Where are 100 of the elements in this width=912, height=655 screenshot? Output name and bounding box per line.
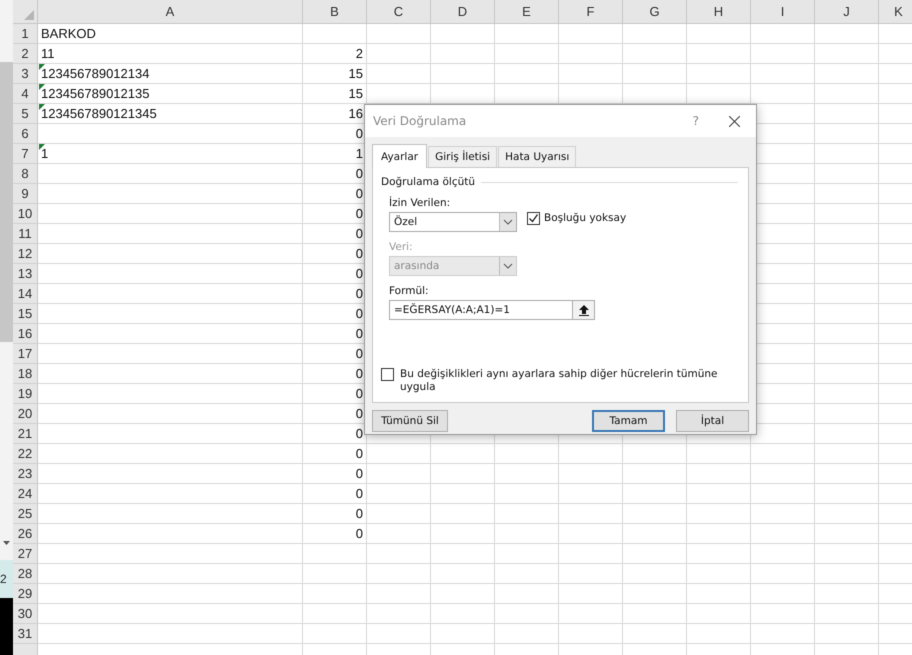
row-header[interactable]: 30 <box>13 604 38 624</box>
row-header[interactable]: 15 <box>13 304 38 324</box>
table-cell: 0 <box>303 504 367 524</box>
table-cell <box>431 464 495 484</box>
tab[interactable]: Giriş İletisi <box>428 146 498 167</box>
checkbox[interactable] <box>381 368 394 381</box>
row-header[interactable]: 19 <box>13 384 38 404</box>
table-cell <box>623 564 687 584</box>
table-cell <box>815 524 879 544</box>
row-header[interactable]: 24 <box>13 484 38 504</box>
row-header[interactable]: 26 <box>13 524 38 544</box>
table-cell <box>495 464 559 484</box>
column-header[interactable]: F <box>559 0 623 23</box>
column-header[interactable]: H <box>687 0 751 23</box>
row-header[interactable]: 28 <box>13 564 38 584</box>
table-cell: 0 <box>303 484 367 504</box>
table-cell <box>559 484 623 504</box>
row-header[interactable]: 13 <box>13 264 38 284</box>
table-cell <box>687 484 751 504</box>
formula-field[interactable]: =EĞERSAY(A:A;A1)=1 <box>389 300 573 320</box>
checkbox-label[interactable]: Bu değişiklikleri aynı ayarlara sahip diğer hücrelerin tümüne uygula <box>400 368 738 394</box>
table-cell <box>623 544 687 564</box>
arrow-up-icon <box>578 304 588 316</box>
panel-text: 2 <box>0 572 7 586</box>
table-cell <box>559 624 623 644</box>
group-title: Doğrulama ölçütü <box>381 176 476 188</box>
table-cell <box>367 624 431 644</box>
caret-icon[interactable] <box>3 541 10 545</box>
window-title: Veri Doğrulama <box>373 114 468 128</box>
table-cell <box>559 444 623 464</box>
table-cell <box>815 64 879 84</box>
row-header[interactable]: 3 <box>13 64 38 84</box>
row-header[interactable]: 27 <box>13 544 38 564</box>
row-header[interactable]: 12 <box>13 244 38 264</box>
table-cell <box>495 44 559 64</box>
table-cell <box>495 64 559 84</box>
dialog-button[interactable]: Tamam <box>592 410 665 432</box>
table-cell <box>623 24 687 44</box>
row-header[interactable]: 25 <box>13 504 38 524</box>
tab[interactable]: Ayarlar <box>372 144 428 168</box>
row-header[interactable]: 7 <box>13 144 38 164</box>
collapse-button[interactable] <box>573 300 595 320</box>
row-header[interactable]: 4 <box>13 84 38 104</box>
table-cell <box>751 464 815 484</box>
column-header[interactable]: I <box>751 0 815 23</box>
column-header[interactable]: E <box>495 0 559 23</box>
row-header[interactable]: 10 <box>13 204 38 224</box>
table-cell <box>815 544 879 564</box>
table-cell: 123456789012134 <box>38 64 303 84</box>
close-icon[interactable] <box>729 116 740 126</box>
tab[interactable]: Hata Uyarısı <box>498 146 576 167</box>
row-header[interactable]: 5 <box>13 104 38 124</box>
allow-dropdown[interactable]: Özel <box>389 212 517 232</box>
table-cell <box>367 524 431 544</box>
table-cell <box>815 344 879 364</box>
table-cell <box>431 24 495 44</box>
column-header[interactable]: C <box>367 0 431 23</box>
column-header[interactable]: A <box>38 0 303 23</box>
row-header[interactable]: 1 <box>13 24 38 44</box>
table-cell: 123456789012135 <box>38 84 303 104</box>
row-header[interactable]: 18 <box>13 364 38 384</box>
row-header[interactable]: 9 <box>13 184 38 204</box>
table-cell <box>303 584 367 604</box>
help-button[interactable]: ? <box>692 114 699 128</box>
table-cell <box>559 504 623 524</box>
dialog-button[interactable]: İptal <box>676 410 749 432</box>
table-cell <box>751 44 815 64</box>
column-header[interactable]: J <box>815 0 879 23</box>
table-cell: 0 <box>303 524 367 544</box>
row-header[interactable]: 6 <box>13 124 38 144</box>
column-header[interactable]: K <box>879 0 912 23</box>
row-header[interactable]: 31 <box>13 624 38 644</box>
checkbox-label[interactable]: Boşluğu yoksay <box>544 212 626 224</box>
dialog-button[interactable]: Tümünü Sil <box>372 410 448 432</box>
row-header[interactable]: 22 <box>13 444 38 464</box>
row-header[interactable]: 23 <box>13 464 38 484</box>
table-cell <box>751 484 815 504</box>
table-cell <box>687 44 751 64</box>
field-label: Formül: <box>389 285 430 297</box>
column-header[interactable]: G <box>623 0 687 23</box>
row-header[interactable]: 21 <box>13 424 38 444</box>
row-header[interactable]: 29 <box>13 584 38 604</box>
table-cell <box>815 284 879 304</box>
column-header[interactable]: D <box>431 0 495 23</box>
checkbox[interactable] <box>527 212 540 224</box>
row-header[interactable]: 2 <box>13 44 38 64</box>
table-cell <box>559 64 623 84</box>
table-cell <box>815 484 879 504</box>
row-header[interactable]: 16 <box>13 324 38 344</box>
table-cell <box>815 564 879 584</box>
table-cell <box>431 564 495 584</box>
table-cell <box>751 624 815 644</box>
table-cell <box>623 44 687 64</box>
row-header[interactable]: 11 <box>13 224 38 244</box>
row-header[interactable]: 14 <box>13 284 38 304</box>
column-header[interactable]: B <box>303 0 367 23</box>
table-cell <box>495 624 559 644</box>
row-header[interactable]: 17 <box>13 344 38 364</box>
row-header[interactable]: 20 <box>13 404 38 424</box>
row-header[interactable]: 8 <box>13 164 38 184</box>
